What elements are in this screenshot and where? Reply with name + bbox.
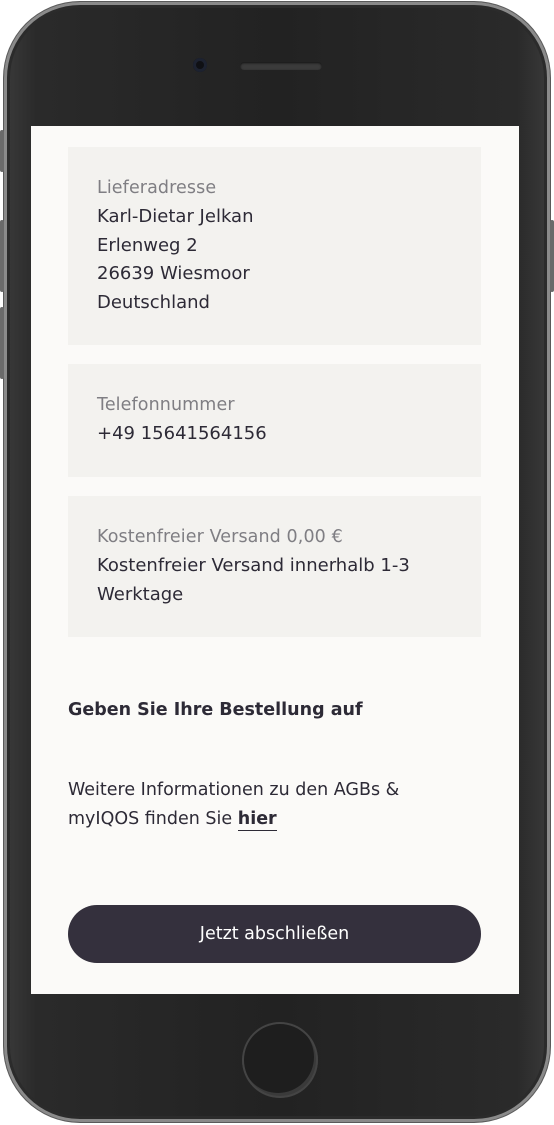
front-camera bbox=[193, 58, 207, 72]
shipping-detail-line1: Kostenfreier Versand innerhalb 1-3 bbox=[97, 555, 410, 576]
delivery-address-card: Lieferadresse Karl-Dietar Jelkan Erlenwe… bbox=[68, 147, 481, 345]
phone-number-card: Telefonnummer +49 15641564156 bbox=[68, 364, 481, 477]
terms-info-text: Weitere Informationen zu den AGBs & myIQ… bbox=[68, 776, 488, 834]
terms-link[interactable]: hier bbox=[237, 809, 277, 831]
phone-number-label: Telefonnummer bbox=[97, 395, 235, 415]
home-button[interactable] bbox=[242, 1022, 318, 1098]
shipping-card: Kostenfreier Versand 0,00 € Kostenfreier… bbox=[68, 496, 481, 637]
place-order-heading: Geben Sie Ihre Bestellung auf bbox=[68, 700, 363, 720]
terms-info-line2: myIQOS finden Sie hier bbox=[68, 805, 488, 834]
earpiece-speaker bbox=[240, 62, 322, 70]
volume-up-button bbox=[0, 220, 4, 292]
checkout-screen: Lieferadresse Karl-Dietar Jelkan Erlenwe… bbox=[31, 126, 519, 994]
postal-city: 26639 Wiesmoor bbox=[97, 263, 250, 284]
shipping-label: Kostenfreier Versand 0,00 € bbox=[97, 527, 343, 547]
volume-down-button bbox=[0, 307, 4, 379]
power-button bbox=[550, 220, 554, 292]
shipping-detail-line2: Werktage bbox=[97, 584, 184, 605]
street-address: Erlenweg 2 bbox=[97, 235, 198, 256]
phone-number-value: +49 15641564156 bbox=[97, 423, 267, 444]
terms-info-line1: Weitere Informationen zu den AGBs & bbox=[68, 780, 400, 800]
terms-info-line2-prefix: myIQOS finden Sie bbox=[68, 809, 238, 829]
delivery-address-label: Lieferadresse bbox=[97, 178, 217, 198]
mute-switch bbox=[0, 130, 4, 172]
recipient-name: Karl-Dietar Jelkan bbox=[97, 206, 254, 227]
complete-order-button[interactable]: Jetzt abschließen bbox=[68, 905, 481, 963]
country: Deutschland bbox=[97, 292, 210, 313]
